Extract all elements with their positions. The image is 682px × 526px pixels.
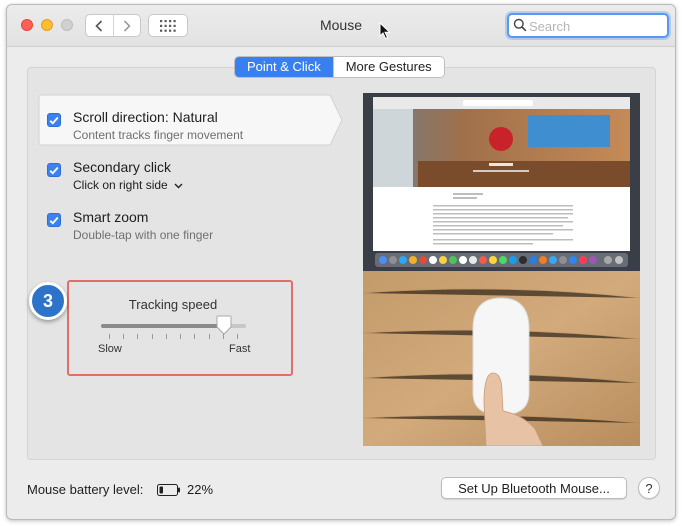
battery-percentage: 22% [187, 482, 214, 497]
battery-level-label: Mouse battery level: [27, 482, 144, 497]
tracking-speed-slider-fill [101, 324, 225, 328]
slider-tick [151, 334, 153, 339]
slider-tick [237, 334, 238, 339]
slider-tick [222, 334, 224, 339]
tab-more-gestures[interactable]: More Gestures [332, 57, 444, 77]
slider-tick [137, 334, 139, 339]
tracking-speed-callout-box [67, 280, 293, 376]
tab-bar: Point & Click More Gestures [234, 56, 445, 78]
scroll-direction-checkbox[interactable] [47, 113, 61, 127]
fast-label: Fast [229, 343, 251, 355]
preferences-window: Mouse Point & Click More Gestures Scroll… [6, 4, 676, 520]
step-number-badge: 3 [29, 282, 67, 320]
checkmark-icon [49, 166, 59, 174]
mouse-pointer-icon [379, 22, 391, 40]
tracking-speed-slider-knob[interactable] [215, 315, 233, 335]
smart-zoom-checkbox[interactable] [47, 213, 61, 227]
title-bar: Mouse [7, 5, 675, 47]
checkmark-icon [49, 216, 59, 224]
smart-zoom-label: Smart zoom [73, 209, 149, 225]
checkmark-icon [49, 116, 59, 124]
gesture-preview-image [363, 93, 640, 446]
chevron-down-icon [174, 183, 183, 189]
smart-zoom-description: Double-tap with one finger [73, 228, 214, 242]
help-button[interactable]: ? [638, 477, 660, 499]
slider-tick [208, 334, 210, 339]
secondary-click-dropdown-value: Click on right side [73, 178, 168, 192]
search-icon [513, 18, 527, 32]
slider-tick [123, 334, 125, 339]
tracking-speed-label: Tracking speed [128, 297, 218, 312]
secondary-click-checkbox[interactable] [47, 163, 61, 177]
battery-icon [157, 484, 180, 496]
slider-tick [165, 334, 167, 339]
setup-bluetooth-mouse-button[interactable]: Set Up Bluetooth Mouse... [441, 477, 627, 499]
tracking-speed-ticks [109, 334, 238, 340]
search-field[interactable] [507, 13, 669, 38]
secondary-click-dropdown[interactable]: Click on right side [73, 178, 183, 192]
tab-point-and-click[interactable]: Point & Click [235, 57, 333, 77]
slider-tick [180, 334, 182, 339]
scroll-direction-description: Content tracks finger movement [73, 128, 244, 142]
scroll-direction-label: Scroll direction: Natural [73, 109, 218, 125]
secondary-click-label: Secondary click [73, 159, 172, 175]
slider-tick [194, 334, 196, 339]
search-input[interactable] [529, 17, 663, 35]
slow-label: Slow [98, 343, 122, 355]
slider-tick [109, 334, 110, 339]
